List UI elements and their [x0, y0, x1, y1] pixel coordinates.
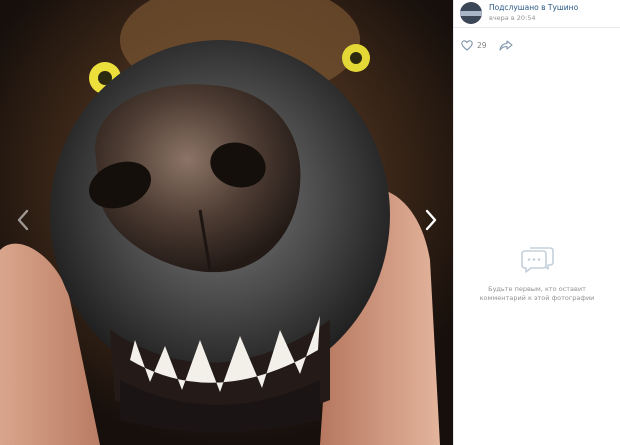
- post-info-panel: Подслушано в Тушино вчера в 20:54 29 Буд…: [453, 0, 620, 445]
- comments-empty-state: Будьте первым, кто оставит комментарий к…: [454, 245, 620, 303]
- chevron-left-icon: [17, 209, 29, 231]
- heart-icon: [461, 39, 473, 51]
- share-icon: [498, 39, 513, 51]
- post-actions: 29: [454, 28, 620, 53]
- group-avatar[interactable]: [460, 2, 482, 24]
- comments-icon: [521, 247, 554, 273]
- group-name-link[interactable]: Подслушано в Тушино: [489, 3, 578, 13]
- prev-photo-button[interactable]: [8, 200, 38, 240]
- comments-empty-text: Будьте первым, кто оставит комментарий к…: [462, 285, 612, 303]
- dog-photo: [0, 0, 453, 445]
- post-time[interactable]: вчера в 20:54: [489, 13, 578, 23]
- chevron-right-icon: [425, 209, 437, 231]
- post-header: Подслушано в Тушино вчера в 20:54: [454, 0, 620, 28]
- share-button[interactable]: [498, 39, 513, 51]
- photo-viewer: Подслушано в Тушино вчера в 20:54 29 Буд…: [0, 0, 620, 445]
- like-button[interactable]: 29: [461, 39, 487, 51]
- next-photo-button[interactable]: [416, 200, 446, 240]
- like-count: 29: [477, 40, 487, 50]
- comments-empty-line2: комментарий к этой фотографии: [479, 294, 595, 302]
- photo-area[interactable]: [0, 0, 453, 445]
- comments-empty-line1: Будьте первым, кто оставит: [488, 285, 586, 293]
